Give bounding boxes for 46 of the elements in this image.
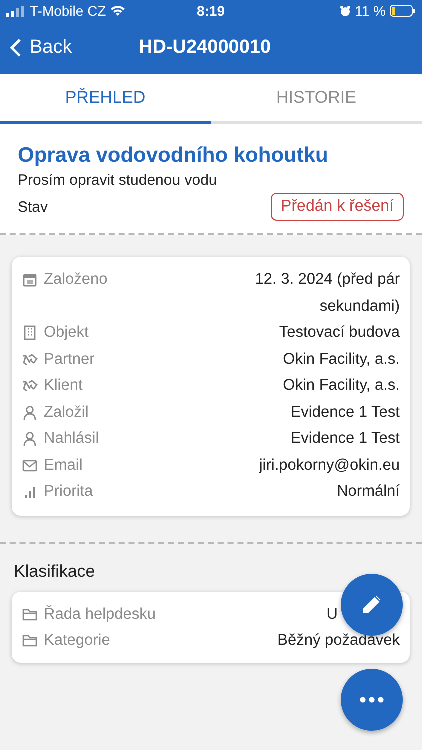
page-title: HD-U24000010 bbox=[139, 37, 272, 59]
field-label: Nahlásil bbox=[44, 429, 100, 449]
field-label: Priorita bbox=[44, 482, 94, 502]
alarm-icon bbox=[340, 6, 352, 16]
field-label: Založeno bbox=[44, 270, 108, 290]
field-label: Objekt bbox=[44, 323, 89, 343]
folder-icon bbox=[22, 633, 38, 650]
field-value: 12. 3. 2024 (před pár sekundami) bbox=[254, 270, 400, 316]
pencil-icon bbox=[362, 595, 382, 615]
signal-bars-icon bbox=[22, 484, 38, 500]
field-label: Email bbox=[44, 456, 83, 476]
field-value: Okin Facility, a.s. bbox=[283, 376, 400, 396]
folder-icon bbox=[22, 606, 38, 623]
field-value: Běžný požadavek bbox=[278, 631, 400, 651]
field-value: Evidence 1 Test bbox=[290, 429, 400, 449]
more-button[interactable] bbox=[341, 669, 403, 731]
back-button[interactable]: Back bbox=[0, 37, 82, 59]
field-label: Založil bbox=[44, 402, 89, 422]
field-value: Okin Facility, a.s. bbox=[283, 350, 400, 370]
status-label: Stav bbox=[18, 198, 48, 216]
mail-icon bbox=[22, 458, 38, 474]
field-label: Partner bbox=[44, 350, 95, 370]
field-value: Evidence 1 Test bbox=[290, 402, 400, 422]
status-badge: Předán k řešení bbox=[271, 193, 404, 221]
battery-percent: 11 % bbox=[355, 3, 386, 19]
clock-time: 8:19 bbox=[196, 3, 226, 19]
person-icon bbox=[22, 431, 38, 448]
ticket-description: Prosím opravit studenou vodu bbox=[18, 172, 218, 189]
section-title: Klasifikace bbox=[14, 562, 96, 582]
signal-icon bbox=[6, 6, 26, 16]
field-value: jiri.pokorny@okin.eu bbox=[259, 456, 400, 476]
wifi-icon bbox=[110, 5, 126, 17]
field-value: Normální bbox=[337, 482, 400, 502]
field-value: Testovací budova bbox=[279, 323, 400, 343]
carrier-name: T-Mobile CZ bbox=[30, 3, 106, 19]
field-label: Klient bbox=[44, 376, 83, 396]
battery-icon bbox=[390, 5, 416, 17]
ticket-title: Oprava vodovodního kohoutku bbox=[18, 144, 330, 168]
field-label: Kategorie bbox=[44, 631, 110, 651]
field-label: Řada helpdesku bbox=[44, 604, 156, 624]
chevron-left-icon bbox=[10, 38, 22, 58]
calendar-icon bbox=[22, 272, 38, 288]
field-value: U bbox=[326, 604, 338, 624]
more-icon bbox=[360, 697, 384, 703]
building-icon bbox=[22, 325, 38, 342]
person-icon bbox=[22, 404, 38, 421]
